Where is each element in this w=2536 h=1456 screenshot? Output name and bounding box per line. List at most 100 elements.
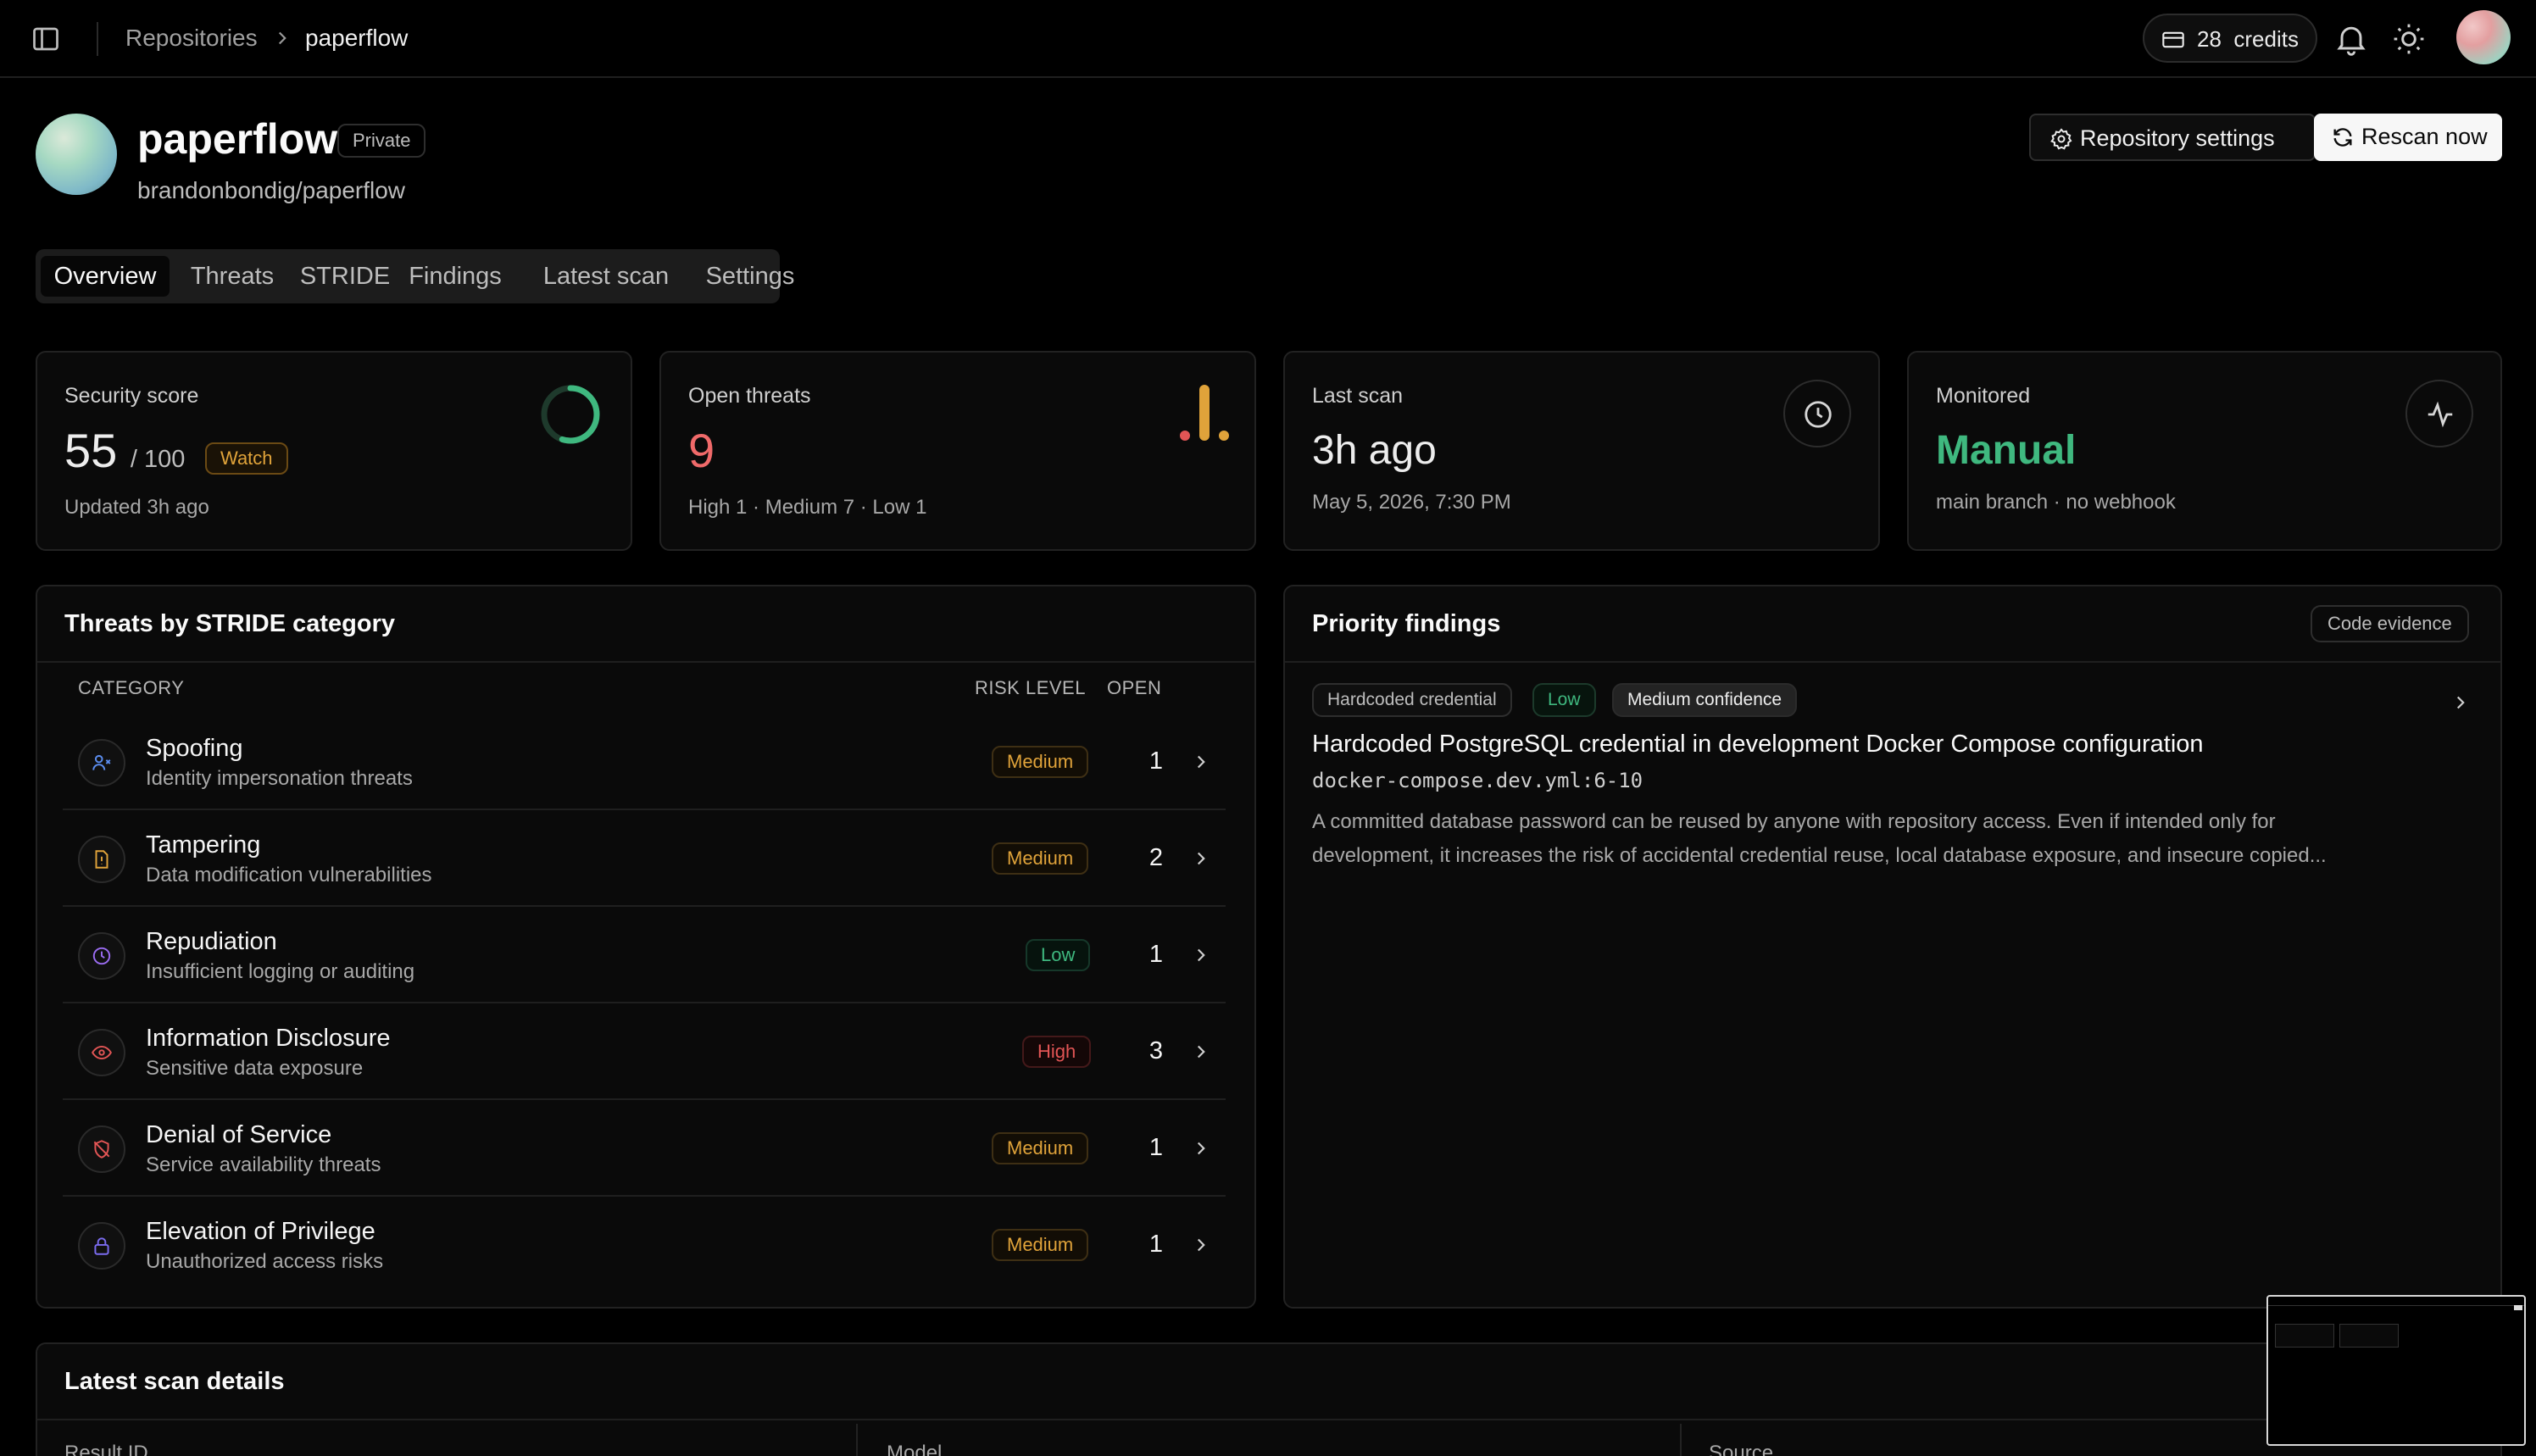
repository-settings-label: Repository settings xyxy=(2080,125,2275,151)
stride-panel-title: Threats by STRIDE category xyxy=(64,610,395,637)
priority-panel-divider xyxy=(1285,661,2500,663)
chevron-right-icon[interactable] xyxy=(1190,749,1212,779)
user-avatar[interactable] xyxy=(2456,10,2511,64)
column-header-category: CATEGORY xyxy=(78,677,185,698)
stride-category-name: Tampering xyxy=(146,831,261,859)
open-threats-label: Open threats xyxy=(688,384,811,408)
threat-bar-low xyxy=(1219,431,1229,441)
column-header-risk: RISK LEVEL xyxy=(975,677,1086,698)
security-score-value: 55 / 100 xyxy=(64,424,185,486)
finding-file-location: docker-compose.dev.yml:6-10 xyxy=(1312,769,1643,792)
open-threats-card: Open threats 9 High 1 · Medium 7 · Low 1 xyxy=(659,351,1256,551)
monitored-card: Monitored Manual main branch · no webhoo… xyxy=(1907,351,2502,551)
file-warning-icon xyxy=(78,836,125,883)
stride-row-spoofing[interactable]: Spoofing Identity impersonation threats Me… xyxy=(63,714,1226,810)
chevron-right-icon[interactable] xyxy=(1190,846,1212,875)
rescan-now-button[interactable]: Rescan now xyxy=(2314,114,2502,161)
finding-description: A committed database password can be reu… xyxy=(1312,805,2448,873)
visibility-badge: Private xyxy=(337,124,426,158)
bell-icon[interactable] xyxy=(2333,20,2370,58)
threat-mini-bars xyxy=(1180,385,1229,441)
monitored-label: Monitored xyxy=(1936,384,2031,408)
activity-icon xyxy=(2405,380,2473,447)
user-x-icon xyxy=(78,739,125,786)
monitored-value: Manual xyxy=(1936,428,2077,473)
credits-button[interactable]: 28 credits xyxy=(2143,14,2317,63)
stride-row-information-disclosure[interactable]: Information Disclosure Sensitive data exp… xyxy=(63,1003,1226,1100)
finding-title[interactable]: Hardcoded PostgreSQL credential in devel… xyxy=(1312,729,2204,759)
stride-category-name: Elevation of Privilege xyxy=(146,1218,375,1245)
lock-icon xyxy=(78,1222,125,1270)
tab-latest-scan[interactable]: Latest scan xyxy=(510,256,702,297)
tab-overview[interactable]: Overview xyxy=(41,256,170,297)
sidebar-toggle-icon[interactable] xyxy=(31,24,61,54)
open-count: 1 xyxy=(1148,941,1164,968)
stride-category-description: Unauthorized access risks xyxy=(146,1250,384,1273)
chevron-right-icon[interactable] xyxy=(1190,942,1212,972)
open-count: 2 xyxy=(1148,844,1164,871)
column-header-open: OPEN xyxy=(1107,677,1162,698)
repository-settings-button[interactable]: Repository settings xyxy=(2029,114,2316,161)
stride-row-denial-of-service[interactable]: Denial of Service Service availability th… xyxy=(63,1100,1226,1197)
tab-settings[interactable]: Settings xyxy=(680,256,820,297)
repo-tabs: Overview Threats STRIDE Findings Latest … xyxy=(36,249,794,303)
monitored-detail: main branch · no webhook xyxy=(1936,491,2176,514)
top-bar: Repositories paperflow 28 credits xyxy=(0,0,2536,78)
credits-label: 28 credits xyxy=(2197,26,2299,52)
code-evidence-badge[interactable]: Code evidence xyxy=(2311,605,2469,642)
clock-icon xyxy=(1783,380,1851,447)
security-score-card: Security score 55 / 100 Watch Updated 3h… xyxy=(36,351,632,551)
risk-level-badge: Medium xyxy=(992,746,1089,778)
finding-category-tag: Hardcoded credential xyxy=(1312,683,1512,717)
finding-description-line: development, it increases the risk of ac… xyxy=(1312,844,2327,867)
chevron-right-icon[interactable] xyxy=(1190,1232,1212,1262)
tab-findings[interactable]: Findings xyxy=(392,256,519,297)
open-count: 1 xyxy=(1148,747,1164,775)
last-scan-date: May 5, 2026, 7:30 PM xyxy=(1312,491,1511,514)
scan-col-source: Source xyxy=(1709,1442,1774,1456)
stride-category-name: Repudiation xyxy=(146,928,277,955)
stride-category-description: Identity impersonation threats xyxy=(146,767,413,790)
security-score-label: Security score xyxy=(64,384,199,408)
repo-path: brandonbondig/paperflow xyxy=(137,177,406,203)
risk-level-badge: Low xyxy=(1026,939,1091,971)
score-updated: Updated 3h ago xyxy=(64,496,209,519)
stride-panel-divider xyxy=(37,661,1254,663)
repo-title: paperflow xyxy=(137,115,338,163)
priority-findings-title: Priority findings xyxy=(1312,610,1501,637)
stride-category-description: Data modification vulnerabilities xyxy=(146,864,432,886)
last-scan-value: 3h ago xyxy=(1312,428,1437,473)
breadcrumb-current: paperflow xyxy=(305,25,409,51)
risk-level-badge: Medium xyxy=(992,842,1089,875)
stride-category-description: Sensitive data exposure xyxy=(146,1057,364,1080)
breadcrumb-repositories[interactable]: Repositories xyxy=(125,24,258,53)
sun-icon[interactable] xyxy=(2390,20,2428,58)
stride-row-elevation-of-privilege[interactable]: Elevation of Privilege Unauthorized acces… xyxy=(63,1197,1226,1293)
credit-card-icon xyxy=(2162,31,2184,48)
open-count: 1 xyxy=(1148,1231,1164,1258)
last-scan-card: Last scan 3h ago May 5, 2026, 7:30 PM xyxy=(1283,351,1880,551)
chevron-right-icon xyxy=(271,25,293,51)
scan-col-model: Model xyxy=(887,1442,943,1456)
shield-off-icon xyxy=(78,1125,125,1173)
open-threats-breakdown: High 1 · Medium 7 · Low 1 xyxy=(688,496,927,519)
column-divider xyxy=(856,1424,858,1456)
page-minimap[interactable] xyxy=(2266,1295,2526,1446)
stride-row-repudiation[interactable]: Repudiation Insufficient logging or audit… xyxy=(63,907,1226,1003)
open-count: 3 xyxy=(1148,1037,1164,1064)
tab-stride[interactable]: STRIDE xyxy=(290,256,400,297)
finding-description-line: A committed database password can be reu… xyxy=(1312,810,2276,833)
threat-bar-high xyxy=(1180,431,1190,441)
chevron-right-icon[interactable] xyxy=(1190,1039,1212,1069)
finding-chevron-right-icon[interactable] xyxy=(2450,690,2472,720)
tab-threats[interactable]: Threats xyxy=(175,256,290,297)
risk-level-badge: High xyxy=(1022,1036,1092,1068)
stride-category-name: Spoofing xyxy=(146,735,243,762)
refresh-icon xyxy=(2333,128,2352,147)
score-number: 55 xyxy=(64,424,118,477)
chevron-right-icon[interactable] xyxy=(1190,1136,1212,1165)
stride-row-tampering[interactable]: Tampering Data modification vulnerabiliti… xyxy=(63,810,1226,907)
last-scan-label: Last scan xyxy=(1312,384,1404,408)
latest-scan-panel: Latest scan details xyxy=(36,1342,2502,1456)
repo-avatar xyxy=(36,114,117,195)
